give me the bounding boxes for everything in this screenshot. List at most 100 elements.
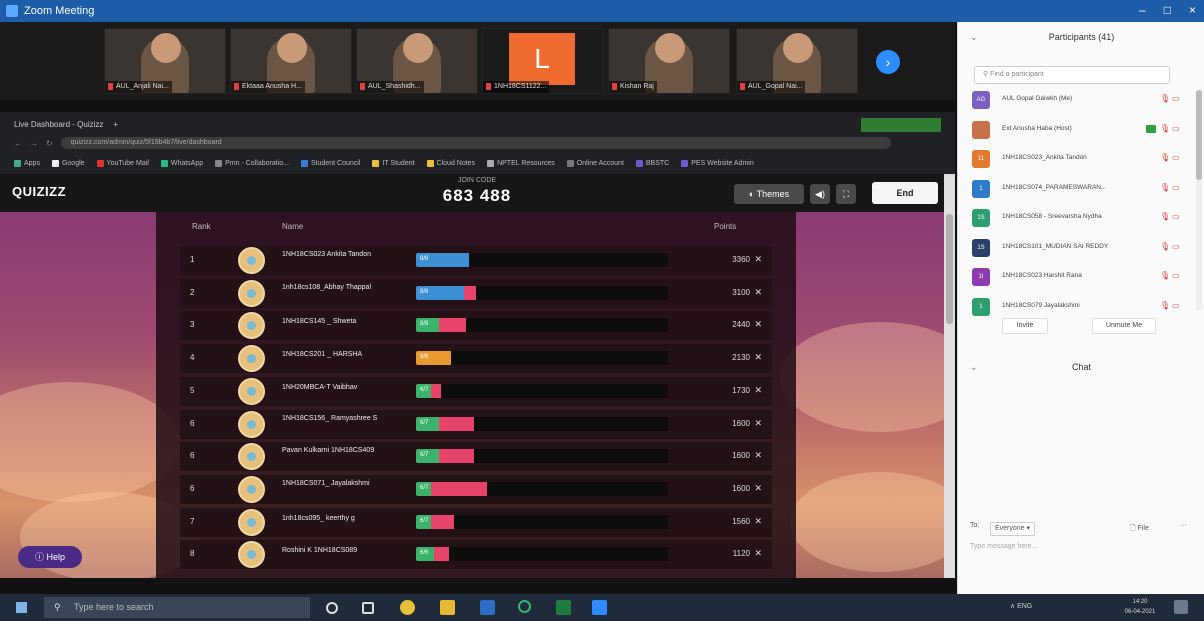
task-view-icon[interactable] — [362, 602, 374, 614]
participant-avatar: 1S — [972, 209, 990, 227]
maximize-button[interactable]: □ — [1164, 3, 1171, 17]
remove-player-icon[interactable]: ✕ — [754, 319, 762, 330]
page-scrollbar[interactable] — [944, 174, 955, 578]
mic-muted-icon[interactable]: 🎙 — [1160, 94, 1170, 103]
mic-muted-icon — [486, 82, 491, 90]
remove-player-icon[interactable]: ✕ — [754, 385, 762, 396]
mic-muted-icon[interactable]: 🎙 — [1160, 124, 1170, 133]
bookmark-item[interactable]: WhatsApp — [160, 159, 203, 167]
participant-row[interactable]: 1 1NH18CS079 Jayalakshmi 🎙 ▭ — [972, 297, 1186, 317]
cortana-icon[interactable] — [326, 602, 338, 614]
file-button[interactable]: 🗋 File — [1126, 522, 1153, 536]
bookmark-item[interactable]: Cloud Notes — [426, 159, 475, 167]
reload-icon[interactable]: ↻ — [46, 139, 53, 148]
remove-player-icon[interactable]: ✕ — [754, 483, 762, 494]
remove-player-icon[interactable]: ✕ — [754, 450, 762, 461]
scrollbar-thumb[interactable] — [946, 214, 953, 324]
participant-row[interactable]: AG AUL Gopal Gaiwkh (Me) 🎙 ▭ — [972, 90, 1186, 110]
video-tile[interactable]: Kishan Raj — [608, 28, 730, 94]
remove-player-icon[interactable]: ✕ — [754, 418, 762, 429]
clock[interactable]: 14:20 06-04-2021 — [1120, 597, 1160, 617]
unmute-me-button[interactable]: Unmute Me — [1092, 318, 1156, 334]
remove-player-icon[interactable]: ✕ — [754, 516, 762, 527]
bookmark-item[interactable]: Pmn - Collaboratio... — [215, 159, 289, 167]
bookmark-item[interactable]: NPTEL Resources — [487, 159, 555, 167]
invite-button[interactable]: Invite — [1002, 318, 1048, 334]
remove-player-icon[interactable]: ✕ — [754, 287, 762, 298]
video-tile[interactable]: L 1NH18CS1122... — [482, 28, 604, 94]
participant-row[interactable]: 11 1NH18CS023_Ankita Tandon 🎙 ▭ — [972, 149, 1186, 169]
player-points: 1120 — [732, 549, 750, 559]
remove-player-icon[interactable]: ✕ — [754, 548, 762, 559]
file-explorer-icon[interactable] — [440, 600, 455, 615]
system-tray[interactable]: ∧ ENG — [1010, 602, 1032, 610]
recipient-dropdown[interactable]: Everyone ▾ — [990, 522, 1036, 536]
video-tile[interactable]: AUL_Shashidh... — [356, 28, 478, 94]
bookmark-item[interactable]: IT Student — [372, 159, 415, 167]
minimize-button[interactable]: – — [1139, 3, 1146, 17]
mic-muted-icon[interactable]: 🎙 — [1160, 242, 1170, 251]
chat-message-input[interactable]: Type message here... — [970, 543, 1190, 550]
video-off-icon[interactable]: ▭ — [1172, 271, 1180, 280]
participant-row[interactable]: 1S 1NH18CS058 - Sreevarsha Nydha 🎙 ▭ — [972, 208, 1186, 228]
video-off-icon[interactable]: ▭ — [1172, 212, 1180, 221]
collapse-icon[interactable]: ⌄ — [970, 32, 978, 43]
forward-icon[interactable]: → — [30, 139, 38, 148]
excel-icon[interactable] — [556, 600, 571, 615]
zoom-icon[interactable] — [592, 600, 607, 615]
more-icon[interactable]: ··· — [1180, 522, 1187, 529]
participant-row[interactable]: Ext Anusha Haba (Host) 🎙 ▭ — [972, 120, 1186, 140]
windows-start-icon[interactable] — [16, 602, 27, 613]
participant-row[interactable]: 1I 1NH18CS023 Harshit Rana 🎙 ▭ — [972, 267, 1186, 287]
video-tile[interactable]: Ektaaa Anusha H... — [230, 28, 352, 94]
bookmark-item[interactable]: PES Website Admin — [681, 159, 754, 167]
fullscreen-icon[interactable]: ⛶ — [836, 184, 856, 204]
themes-button[interactable]: ◐ Themes — [734, 184, 804, 204]
collapse-icon[interactable]: ⌄ — [970, 362, 978, 373]
bookmark-item[interactable]: Google — [51, 159, 85, 167]
end-button[interactable]: End — [872, 182, 938, 204]
close-button[interactable]: × — [1189, 3, 1196, 17]
participant-scrollbar[interactable] — [1196, 90, 1202, 310]
participant-search-input[interactable]: ⚲ Find a participant — [974, 66, 1170, 84]
scrollbar-thumb[interactable] — [1196, 90, 1202, 180]
edge-icon[interactable] — [518, 600, 531, 613]
bookmark-item[interactable]: YouTube Mail — [96, 159, 149, 167]
mic-muted-icon[interactable]: 🎙 — [1160, 212, 1170, 221]
leaderboard-row: 7 1nh18cs095_ keerthy g 6/7 1560 ✕ — [180, 507, 772, 537]
mic-muted-icon[interactable]: 🎙 — [1160, 153, 1170, 162]
word-icon[interactable] — [480, 600, 495, 615]
notification-icon[interactable] — [1174, 600, 1188, 614]
bookmark-item[interactable]: Online Account — [566, 159, 624, 167]
video-off-icon[interactable]: ▭ — [1172, 301, 1180, 310]
participant-row[interactable]: 1S 1NH18CS101_MUDIAN SAI REDDY 🎙 ▭ — [972, 238, 1186, 258]
new-tab-icon[interactable]: + — [113, 120, 118, 129]
remove-player-icon[interactable]: ✕ — [754, 352, 762, 363]
rank-number: 7 — [190, 516, 195, 526]
video-off-icon[interactable]: ▭ — [1172, 153, 1180, 162]
video-off-icon[interactable]: ▭ — [1172, 94, 1180, 103]
bookmark-item[interactable]: BBSTC — [635, 159, 669, 167]
help-button[interactable]: ⓘ Help — [18, 546, 82, 568]
leaderboard-row: 6 1NH18CS156_ Ramyashree S 6/7 1600 ✕ — [180, 409, 772, 439]
mic-muted-icon[interactable]: 🎙 — [1160, 301, 1170, 310]
taskbar-search-input[interactable]: ⚲ Type here to search — [44, 597, 310, 618]
browser-chrome: Live Dashboard - Quizizz + ← → ↻ quizizz… — [0, 112, 955, 174]
remove-player-icon[interactable]: ✕ — [754, 254, 762, 265]
video-off-icon[interactable]: ▭ — [1172, 183, 1180, 192]
back-icon[interactable]: ← — [14, 139, 22, 148]
chrome-icon[interactable] — [400, 600, 415, 615]
address-bar[interactable]: quizizz.com/admin/quiz/5f19b4b7/live/das… — [60, 137, 891, 149]
mic-muted-icon[interactable]: 🎙 — [1160, 271, 1170, 280]
video-tile[interactable]: AUL_Gopal Nai... — [736, 28, 858, 94]
video-tile[interactable]: AUL_Anjali Nai... — [104, 28, 226, 94]
video-off-icon[interactable]: ▭ — [1172, 124, 1180, 133]
bookmark-item[interactable]: Student Council — [300, 159, 360, 167]
bookmark-item[interactable]: Apps — [14, 159, 40, 167]
sound-icon[interactable]: ◀) — [810, 184, 830, 204]
browser-tab[interactable]: Live Dashboard - Quizizz — [14, 120, 103, 129]
participant-row[interactable]: 1 1NH18CS074_PARAMESWARAN... 🎙 ▭ — [972, 179, 1186, 199]
next-page-arrow-icon[interactable]: › — [876, 50, 900, 74]
mic-muted-icon[interactable]: 🎙 — [1160, 183, 1170, 192]
video-off-icon[interactable]: ▭ — [1172, 242, 1180, 251]
